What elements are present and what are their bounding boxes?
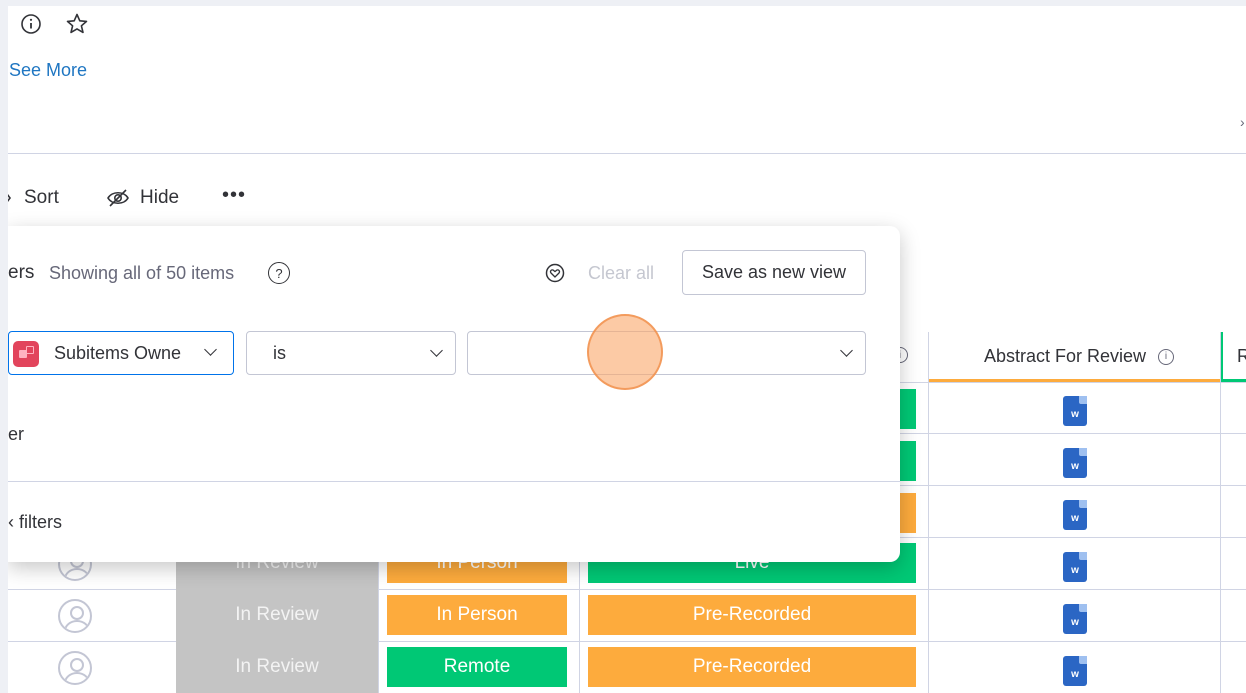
word-doc-icon[interactable]: w [1063, 500, 1087, 530]
word-doc-letter: w [1071, 565, 1079, 576]
chevron-down-icon [430, 344, 443, 357]
clear-all-button[interactable]: Clear all [588, 263, 654, 284]
help-icon[interactable]: ? [268, 262, 290, 284]
subitems-column-icon [13, 341, 39, 367]
column-header-next[interactable]: R [1221, 332, 1246, 382]
board-page: See More › Sort Hide ••• Abstract For Re… [8, 6, 1246, 693]
star-icon[interactable] [65, 12, 89, 36]
format-label[interactable]: In Person [387, 595, 567, 635]
word-doc-letter: w [1071, 669, 1079, 680]
advanced-filters-link[interactable]: ‹ filters [8, 512, 62, 533]
sort-icon [8, 194, 11, 202]
condition-select[interactable]: is [246, 331, 456, 375]
column-header-abstract-label: Abstract For Review [984, 346, 1147, 366]
word-doc-icon[interactable]: w [1063, 604, 1087, 634]
items-count-text: Showing all of 50 items [49, 263, 235, 283]
filter-row-fragment: er [8, 424, 25, 444]
word-doc-letter: w [1071, 461, 1079, 472]
column-divider [928, 332, 929, 693]
column-header-abstract[interactable]: Abstract For Review i [928, 332, 1220, 382]
sort-label: Sort [24, 187, 59, 208]
word-doc-letter: w [1071, 513, 1079, 524]
chevron-down-icon [204, 343, 217, 356]
more-options-button[interactable]: ••• [222, 184, 246, 207]
status-label[interactable]: In Review [176, 647, 378, 687]
eye-off-icon [107, 189, 129, 207]
recording-label[interactable]: Pre-Recorded [588, 647, 916, 687]
word-doc-icon[interactable]: w [1063, 448, 1087, 478]
word-doc-icon[interactable]: w [1063, 396, 1087, 426]
chevron-down-icon [840, 344, 853, 357]
word-doc-icon[interactable]: w [1063, 656, 1087, 686]
condition-select-value: is [273, 343, 286, 363]
info-icon[interactable]: i [1158, 348, 1175, 365]
column-header-next-label: R [1237, 346, 1246, 366]
format-label[interactable]: Remote [387, 647, 567, 687]
column-select[interactable]: Subitems Owne [8, 331, 234, 375]
collapse-arrow-icon[interactable]: › [1240, 114, 1245, 130]
column-divider [1220, 332, 1221, 693]
click-indicator [587, 314, 663, 390]
recording-label[interactable]: Pre-Recorded [588, 595, 916, 635]
word-doc-letter: w [1071, 409, 1079, 420]
status-label[interactable]: In Review [176, 595, 378, 635]
header-divider [8, 153, 1246, 154]
see-more-link[interactable]: See More [9, 60, 87, 81]
value-select[interactable] [467, 331, 866, 375]
word-doc-icon[interactable]: w [1063, 552, 1087, 582]
avatar[interactable] [58, 651, 92, 685]
save-as-new-view-button[interactable]: Save as new view [682, 250, 866, 295]
filter-panel-divider [8, 481, 900, 482]
smart-filter-icon[interactable] [544, 262, 566, 284]
hide-label: Hide [140, 187, 180, 208]
avatar[interactable] [58, 599, 92, 633]
hide-button[interactable]: Hide [106, 187, 179, 209]
filter-panel-title: ers [8, 262, 35, 283]
info-icon[interactable] [20, 13, 42, 35]
sort-button[interactable]: Sort [8, 187, 59, 209]
column-select-value: Subitems Owne [54, 343, 182, 363]
word-doc-letter: w [1071, 617, 1079, 628]
filter-panel: ers Showing all of 50 items ? Clear all … [8, 226, 900, 562]
